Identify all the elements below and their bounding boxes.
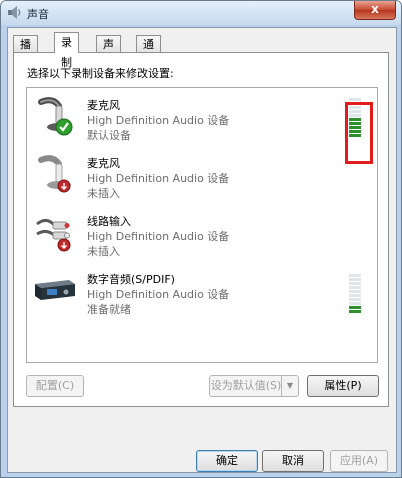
device-driver: High Definition Audio 设备 [87,288,230,301]
spdif-level-meter [349,274,361,314]
device-driver: High Definition Audio 设备 [87,114,230,127]
instruction-text: 选择以下录制设备来修改设置: [27,67,174,80]
device-item-microphone-unplugged[interactable]: 麦克风 High Definition Audio 设备 未插入 [27,150,377,208]
level-meter-segment [349,294,361,297]
microphone-unplugged-icon [38,155,71,193]
device-status: 准备就绪 [87,303,131,316]
device-name: 麦克风 [87,157,120,170]
device-status: 默认设备 [87,129,131,142]
sound-dialog-window: 声音 x 播放 录制 声音 通信 选择以下录制设备来修改设置: [0,0,402,478]
digital-audio-device-icon [35,280,75,300]
set-default-label: 设为默认值(S) [210,379,282,392]
window-title: 声音 [27,8,49,21]
level-meter-segment [349,286,361,289]
tab-playback[interactable]: 播放 [13,35,38,68]
tab-communications[interactable]: 通信 [136,35,161,68]
level-meter-segment [349,302,361,305]
level-meter-highlight-box [345,102,373,164]
title-bar[interactable]: 声音 x [1,1,401,25]
properties-button[interactable]: 属性(P) [307,375,379,397]
level-meter-segment [349,274,361,277]
apply-button[interactable]: 应用(A) [330,450,388,472]
device-item-spdif[interactable]: 数字音频(S/PDIF) High Definition Audio 设备 准备… [27,266,377,324]
set-default-button[interactable]: 设为默认值(S) ▼ [209,375,299,397]
tab-sounds[interactable]: 声音 [96,35,121,68]
recording-device-list[interactable]: 麦克风 High Definition Audio 设备 默认设备 麦克风 Hi… [26,87,378,363]
level-meter-segment [349,310,361,313]
line-in-cable-icon [36,219,71,252]
close-button[interactable]: x [354,1,396,20]
device-item-line-in[interactable]: 线路输入 High Definition Audio 设备 未插入 [27,208,377,266]
close-icon: x [371,2,379,16]
level-meter-segment [349,282,361,285]
device-driver: High Definition Audio 设备 [87,230,230,243]
recording-panel: 选择以下录制设备来修改设置: 麦克风 High Definition Audio… [13,52,389,407]
device-name: 麦克风 [87,99,120,112]
cancel-button[interactable]: 取消 [262,450,324,472]
chevron-down-icon[interactable]: ▼ [281,376,298,396]
device-item-microphone-default[interactable]: 麦克风 High Definition Audio 设备 默认设备 [27,92,377,150]
dialog-client-area: 播放 录制 声音 通信 选择以下录制设备来修改设置: 麦 [7,27,397,473]
device-status: 未插入 [87,187,120,200]
ok-button[interactable]: 确定 [196,450,258,472]
device-name: 数字音频(S/PDIF) [87,273,175,286]
microphone-default-icon [38,97,73,136]
level-meter-segment [349,298,361,301]
configure-button[interactable]: 配置(C) [26,375,84,397]
tab-recording[interactable]: 录制 [54,32,79,69]
level-meter-segment [349,306,361,309]
device-name: 线路输入 [87,215,131,228]
level-meter-segment [349,290,361,293]
device-driver: High Definition Audio 设备 [87,172,230,185]
device-status: 未插入 [87,245,120,258]
level-meter-segment [349,98,361,101]
speaker-icon [8,6,21,19]
level-meter-segment [349,278,361,281]
